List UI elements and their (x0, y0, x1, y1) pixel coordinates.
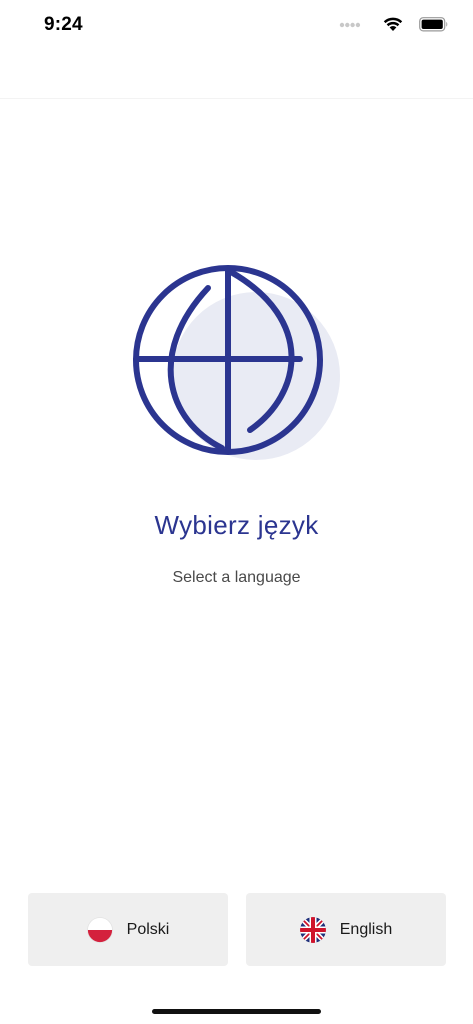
poland-flag-icon (86, 916, 113, 943)
polski-button[interactable]: Polski (28, 893, 228, 966)
status-icons (309, 16, 449, 36)
english-button[interactable]: English (246, 893, 446, 966)
signal-icon (339, 22, 361, 28)
page-subtitle: Select a language (172, 569, 301, 586)
home-indicator[interactable] (152, 1009, 321, 1014)
header-divider (0, 98, 473, 99)
page-title: Wybierz język (154, 510, 319, 540)
uk-flag-icon (299, 916, 326, 943)
battery-icon (419, 17, 448, 32)
globe-illustration (130, 262, 344, 476)
polski-label: Polski (126, 920, 170, 938)
status-bar: 9:24 (0, 0, 473, 52)
globe-icon (133, 265, 340, 460)
english-label: English (339, 920, 393, 938)
wifi-icon (383, 17, 403, 31)
status-time: 9:24 (44, 14, 83, 35)
